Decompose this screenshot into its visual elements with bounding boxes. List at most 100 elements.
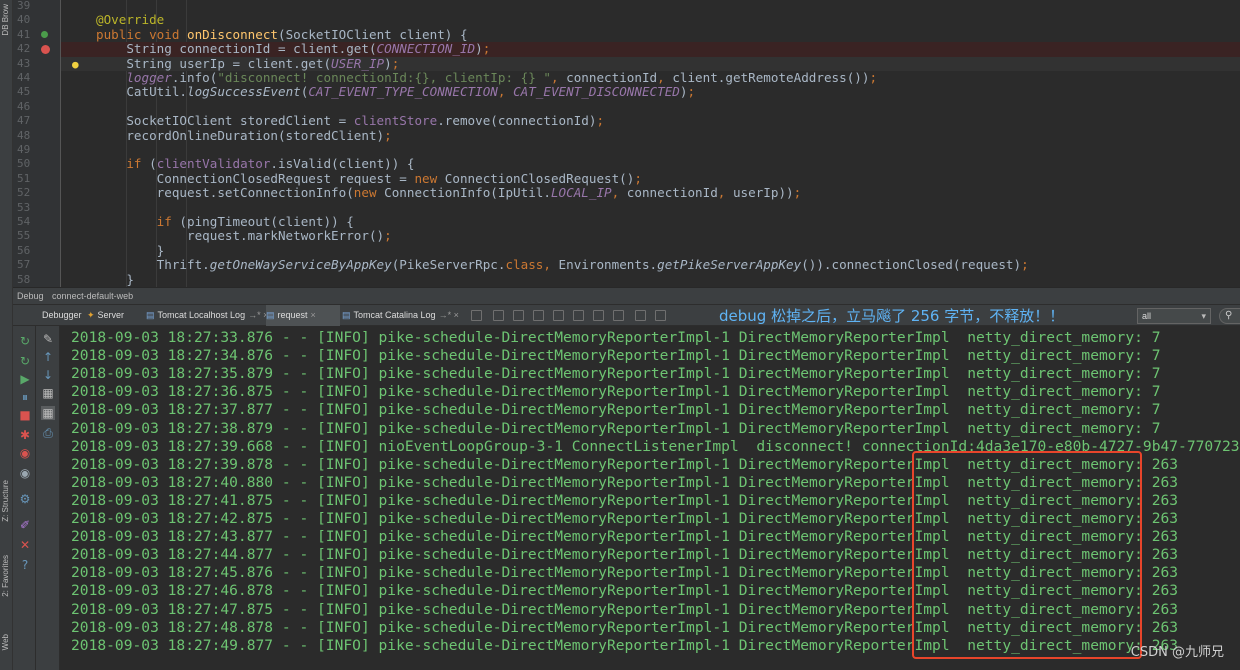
stop-icon[interactable]: ■ xyxy=(18,408,32,422)
db-browser-side-tab[interactable]: DB Brow xyxy=(1,4,10,36)
web-side-tab[interactable]: Web xyxy=(1,634,10,650)
favorites-side-tab[interactable]: 2: Favorites xyxy=(1,555,10,597)
scroll-down-icon[interactable]: ↓ xyxy=(41,368,55,382)
line-number[interactable]: 49 xyxy=(13,143,61,157)
code-line[interactable]: String userIp = client.get(USER_IP); xyxy=(61,56,1240,71)
scroll-up-icon[interactable]: ↑ xyxy=(41,350,55,364)
console-output[interactable]: 2018-09-03 18:27:33.876 - - [INFO] pike-… xyxy=(60,326,1240,670)
step-over-icon[interactable] xyxy=(493,310,504,321)
log-line[interactable]: 2018-09-03 18:27:37.877 - - [INFO] pike-… xyxy=(71,401,1161,419)
line-number[interactable]: 58 xyxy=(13,273,61,287)
code-line[interactable]: if (clientValidator.isValid(client)) { xyxy=(61,156,1240,171)
line-number[interactable]: 43 xyxy=(13,57,61,71)
log-line[interactable]: 2018-09-03 18:27:35.879 - - [INFO] pike-… xyxy=(71,365,1161,383)
log-line[interactable]: 2018-09-03 18:27:38.879 - - [INFO] pike-… xyxy=(71,420,1161,438)
camera-icon[interactable]: ◉ xyxy=(18,466,32,480)
line-number[interactable]: 41 xyxy=(13,28,61,42)
code-line[interactable]: if (pingTimeout(client)) { xyxy=(61,214,1240,229)
code-line[interactable]: recordOnlineDuration(storedClient); xyxy=(61,128,1240,143)
line-number[interactable]: 45 xyxy=(13,85,61,99)
drop-frame-icon[interactable] xyxy=(573,310,584,321)
search-input[interactable]: ⚲ xyxy=(1219,308,1240,324)
tab-tomcat-catalina-log[interactable]: ▤ Tomcat Catalina Log →* × xyxy=(342,305,464,326)
code-line[interactable]: String connectionId = client.get(CONNECT… xyxy=(61,41,1240,57)
layout-icon[interactable]: ▦ xyxy=(41,406,55,420)
line-number[interactable]: 47 xyxy=(13,114,61,128)
tab-tomcat-localhost-log[interactable]: ▤ Tomcat Localhost Log →* × xyxy=(146,305,268,326)
debug-toolbar-secondary: ✎ ↑ ↓ ▦ ▦ ⎙ xyxy=(36,326,60,670)
line-number[interactable]: 46 xyxy=(13,100,61,114)
code-editor[interactable]: 39 40 41 42 43 44 45 46 47 48 49 50 51 52 53 54 55 56 57 58… xyxy=(13,0,1240,287)
threads-icon[interactable] xyxy=(655,310,666,321)
line-number[interactable]: 57 xyxy=(13,258,61,272)
code-line[interactable]: Thrift.getOneWayServiceByAppKey(PikeServ… xyxy=(61,257,1240,272)
force-step-into-icon[interactable] xyxy=(533,310,544,321)
debug-tab-bar: Debugger ✦ Server ▤ Tomcat Localhost Log →*… xyxy=(13,304,1240,326)
print-icon[interactable]: ⎙ xyxy=(41,426,55,440)
resume-icon[interactable]: ▶ xyxy=(18,372,32,386)
pin-icon[interactable]: ✐ xyxy=(18,518,32,532)
tab-request[interactable]: ▤ request × xyxy=(266,305,340,326)
pause-icon[interactable]: ⏸ xyxy=(18,390,32,404)
line-number[interactable]: 51 xyxy=(13,172,61,186)
code-line[interactable] xyxy=(61,100,1240,114)
line-number[interactable]: 55 xyxy=(13,229,61,243)
settings-icon[interactable]: ⚙ xyxy=(18,492,32,506)
close-icon[interactable]: →* × xyxy=(439,310,459,320)
step-into-icon[interactable] xyxy=(513,310,524,321)
soft-wrap-icon[interactable]: ▦ xyxy=(41,386,55,400)
line-number[interactable]: 44 xyxy=(13,71,61,85)
line-number[interactable]: 54 xyxy=(13,215,61,229)
line-number[interactable]: 52 xyxy=(13,186,61,200)
debug-tool-window-header: Debug connect-default-web xyxy=(13,287,1240,304)
tab-server[interactable]: ✦ Server xyxy=(87,305,145,326)
frames-icon[interactable] xyxy=(635,310,646,321)
code-line[interactable]: public void onDisconnect(SocketIOClient … xyxy=(61,27,1240,42)
refresh-icon[interactable]: ↻ xyxy=(18,354,32,368)
tab-debugger[interactable]: Debugger xyxy=(39,305,83,326)
toolbar-grid-icon[interactable] xyxy=(471,310,482,321)
line-number[interactable]: 42 xyxy=(13,42,61,56)
code-line[interactable]: } xyxy=(61,243,1240,258)
evaluate-icon[interactable] xyxy=(613,310,624,321)
line-number[interactable]: 50 xyxy=(13,157,61,171)
code-line[interactable]: } xyxy=(61,272,1240,287)
code-line[interactable]: ConnectionClosedRequest request = new Co… xyxy=(61,171,1240,186)
rerun-icon[interactable]: ↻ xyxy=(18,334,32,348)
structure-side-tab[interactable]: Z: Structure xyxy=(1,480,10,522)
line-number[interactable]: 40 xyxy=(13,13,61,27)
help-icon[interactable]: ? xyxy=(18,558,32,572)
close-icon[interactable]: ✕ xyxy=(18,538,32,552)
log-line[interactable]: 2018-09-03 18:27:34.876 - - [INFO] pike-… xyxy=(71,347,1161,365)
step-out-icon[interactable] xyxy=(553,310,564,321)
code-line[interactable]: SocketIOClient storedClient = clientStor… xyxy=(61,113,1240,128)
line-number[interactable]: 39 xyxy=(13,0,61,13)
code-line[interactable]: request.markNetworkError(); xyxy=(61,228,1240,243)
edit-icon[interactable]: ✎ xyxy=(41,332,55,346)
log-filter-select[interactable]: all ▾ xyxy=(1137,308,1211,324)
log-line[interactable]: 2018-09-03 18:27:33.876 - - [INFO] pike-… xyxy=(71,329,1161,347)
line-number[interactable]: 56 xyxy=(13,244,61,258)
intention-bulb-icon[interactable]: ● xyxy=(72,58,79,71)
log-line[interactable]: 2018-09-03 18:27:36.875 - - [INFO] pike-… xyxy=(71,383,1161,401)
line-number[interactable]: 53 xyxy=(13,201,61,215)
code-line[interactable] xyxy=(61,0,1240,13)
code-line[interactable]: request.setConnectionInfo(new Connection… xyxy=(61,185,1240,200)
run-to-cursor-icon[interactable] xyxy=(593,310,604,321)
code-line[interactable]: logger.info("disconnect! connectionId:{}… xyxy=(61,70,1240,85)
log-icon: ▤ xyxy=(266,310,275,320)
code-line[interactable] xyxy=(61,143,1240,157)
code-line[interactable]: @Override xyxy=(61,13,1240,27)
code-line[interactable] xyxy=(61,201,1240,215)
mute-breakpoints-icon[interactable]: ◉ xyxy=(18,446,32,460)
debug-label: Debug xyxy=(17,291,44,301)
line-number[interactable]: 48 xyxy=(13,129,61,143)
override-marker-icon[interactable] xyxy=(41,30,48,38)
code-area[interactable]: @Override public void onDisconnect(Socket… xyxy=(61,0,1240,287)
code-line[interactable]: CatUtil.logSuccessEvent(CAT_EVENT_TYPE_C… xyxy=(61,84,1240,99)
left-tool-strip: DB Brow Z: Structure 2: Favorites Web xyxy=(0,0,13,670)
bug-icon[interactable]: ✱ xyxy=(18,428,32,442)
watermark: CSDN @九师兄 xyxy=(1130,645,1224,660)
close-icon[interactable]: × xyxy=(311,310,316,320)
line-number-gutter[interactable]: 39 40 41 42 43 44 45 46 47 48 49 50 51 52 53 54 55 56 57 58 xyxy=(13,0,61,287)
